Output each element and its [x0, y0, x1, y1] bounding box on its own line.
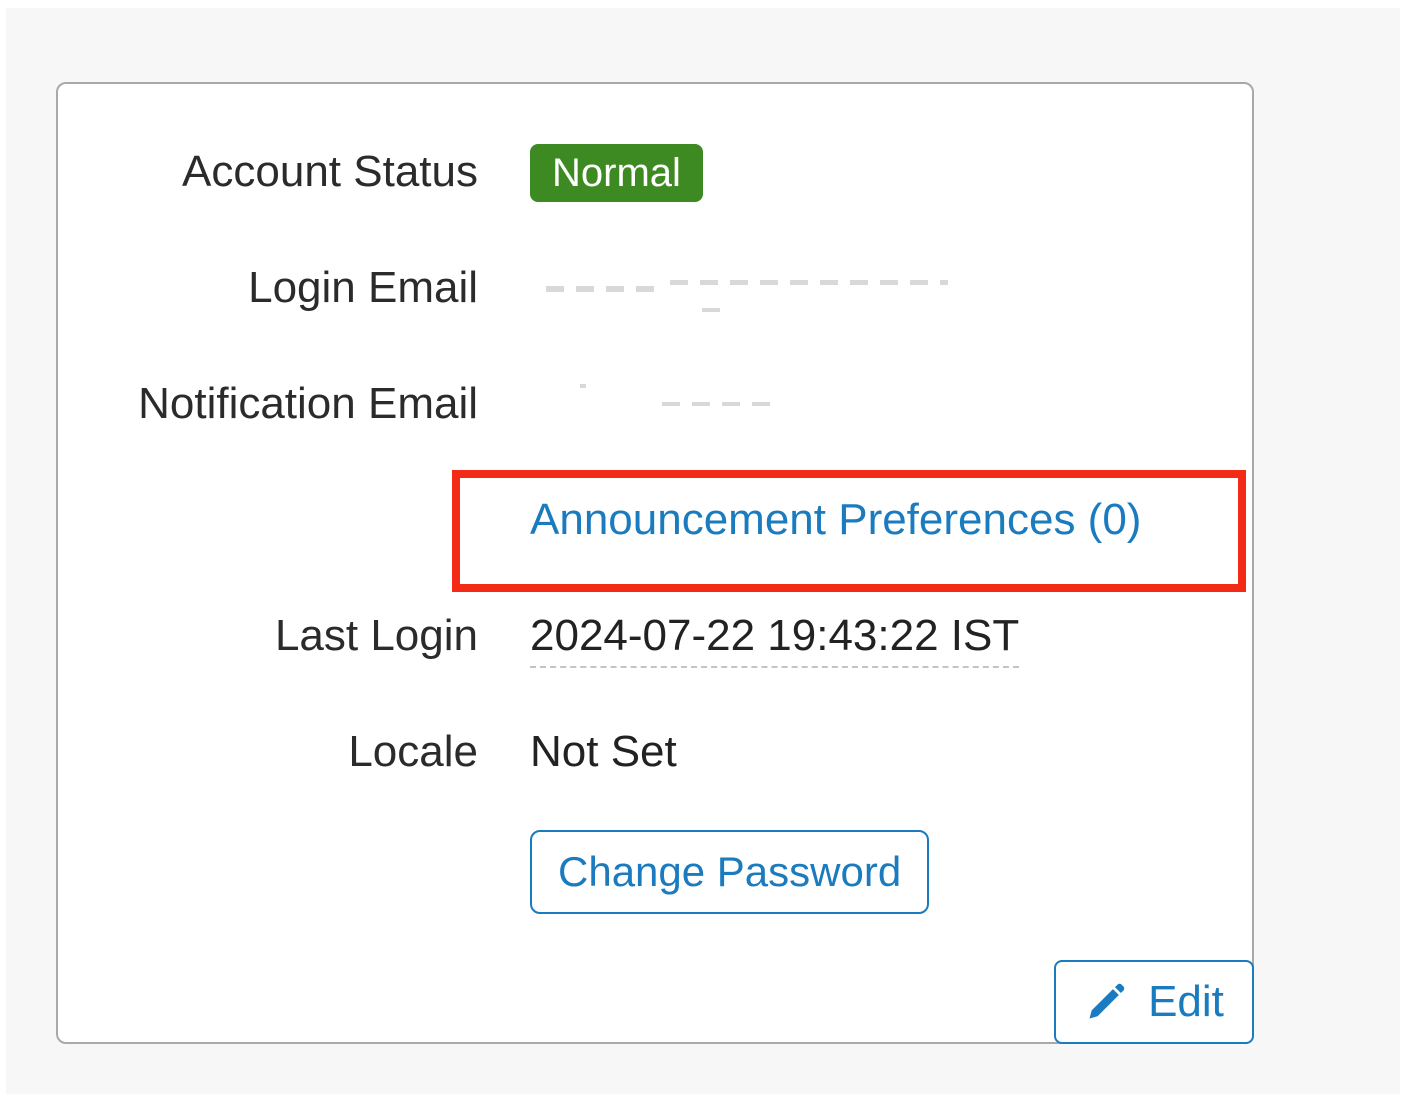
announcement-preferences-link[interactable]: Announcement Preferences (0): [530, 498, 1141, 542]
login-email-label: Login Email: [248, 263, 478, 312]
last-login-label: Last Login: [274, 611, 478, 660]
locale-label: Locale: [348, 727, 478, 776]
last-login-value: 2024-07-22 19:43:22 IST: [530, 614, 1020, 668]
account-status-badge: Normal: [530, 144, 703, 202]
edit-button-label: Edit: [1148, 977, 1224, 1026]
change-password-button[interactable]: Change Password: [530, 830, 930, 914]
edit-button[interactable]: Edit: [1054, 960, 1254, 1044]
account-details-card: Account Status Normal Login Email Notifi…: [56, 82, 1254, 1044]
account-status-label: Account Status: [182, 147, 478, 196]
pencil-icon: [1084, 980, 1128, 1024]
locale-value: Not Set: [530, 727, 677, 776]
notification-email-label: Notification Email: [138, 379, 478, 428]
